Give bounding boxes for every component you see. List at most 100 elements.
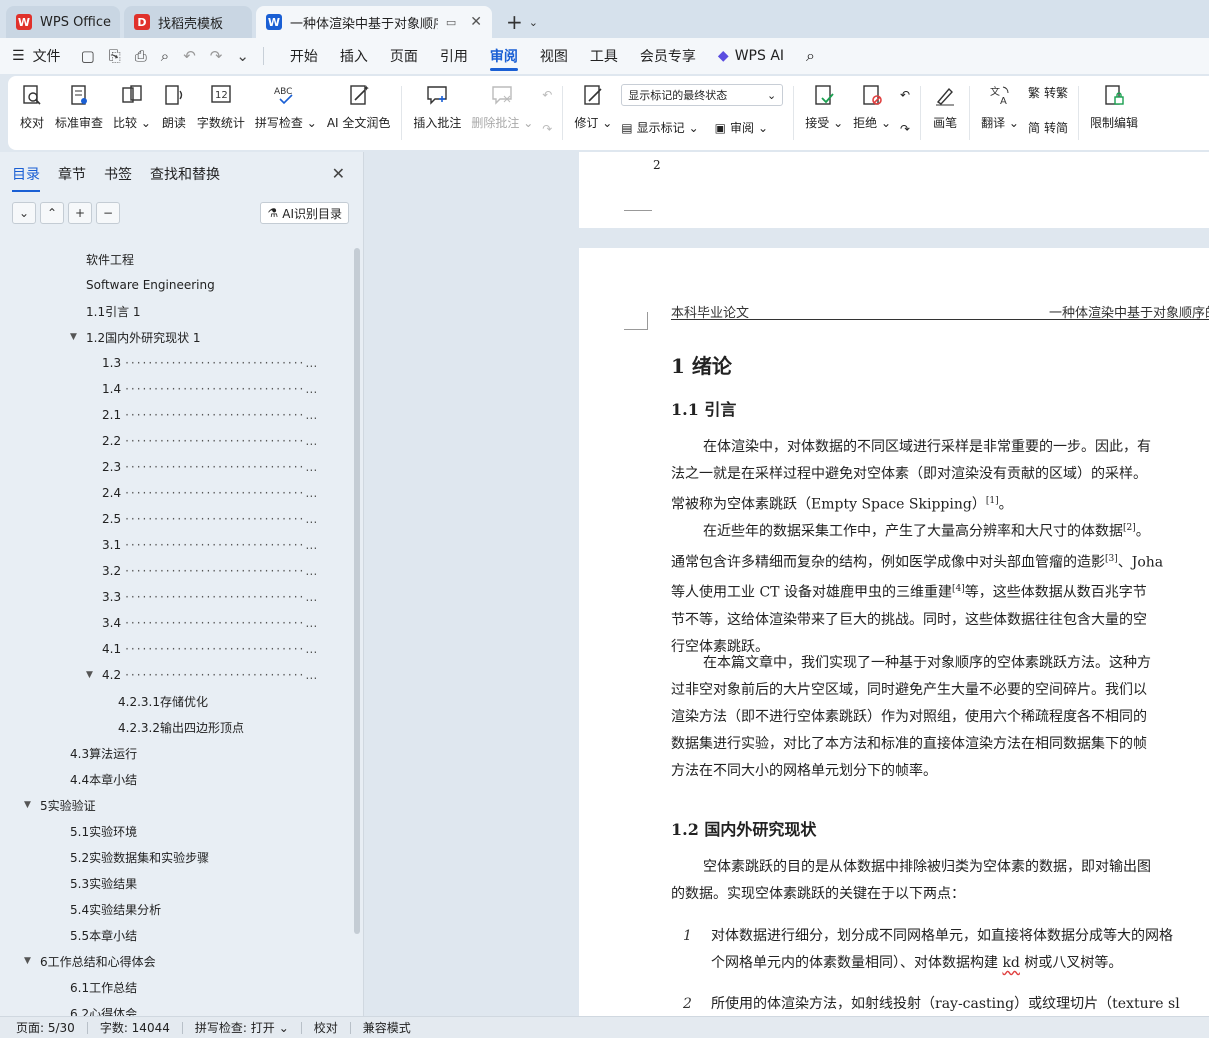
menu-page[interactable]: 页面 bbox=[390, 38, 418, 74]
tab-wps-office[interactable]: W WPS Office bbox=[6, 6, 120, 38]
menu-insert[interactable]: 插入 bbox=[340, 38, 368, 74]
read-aloud-button[interactable]: 朗读 bbox=[156, 82, 192, 150]
ai-toc-button[interactable]: ⚗ AI识别目录 bbox=[260, 202, 349, 224]
menu-references[interactable]: 引用 bbox=[440, 38, 468, 74]
menu-tools[interactable]: 工具 bbox=[590, 38, 618, 74]
accept-button[interactable]: 接受 ⌄ bbox=[800, 82, 848, 150]
print-preview-icon[interactable]: ⌕ bbox=[161, 47, 169, 65]
tab-sections[interactable]: 章节 bbox=[58, 164, 86, 184]
markup-select[interactable]: 显示标记的最终状态 ⌄ bbox=[621, 84, 784, 106]
tab-bookmarks[interactable]: 书签 bbox=[104, 164, 132, 184]
toc-item[interactable]: ▼ 5实验验证 bbox=[0, 792, 346, 818]
tab-docer[interactable]: D 找稻壳模板 bbox=[124, 6, 252, 38]
insert-comment-button[interactable]: 插入批注 bbox=[408, 82, 466, 150]
proofread-button[interactable]: 校对 bbox=[14, 82, 50, 150]
citation[interactable]: [1] bbox=[986, 496, 999, 506]
to-simplified-button[interactable]: 简转简 bbox=[1028, 119, 1068, 136]
export-icon[interactable]: ⎘ bbox=[109, 47, 121, 65]
file-menu[interactable]: ☰ 文件 bbox=[12, 46, 61, 66]
undo-icon[interactable]: ↶ bbox=[183, 47, 196, 65]
expand-arrow-icon[interactable]: ▼ bbox=[86, 670, 100, 680]
tab-document[interactable]: W 一种体渲染中基于对象顺序的 ▭ ✕ bbox=[256, 6, 492, 38]
toc-scrollbar[interactable] bbox=[354, 248, 360, 934]
toc-item[interactable]: 5.2实验数据集和实验步骤 bbox=[0, 844, 346, 870]
page-indicator[interactable]: 页面: 5/30 bbox=[16, 1019, 75, 1036]
toc-item[interactable]: 1.4 ·······························… bbox=[0, 376, 346, 402]
spell-check-button[interactable]: ABC 拼写检查 ⌄ bbox=[250, 82, 322, 150]
toc-item[interactable]: 3.1 ·······························… bbox=[0, 532, 346, 558]
pen-button[interactable]: 画笔 bbox=[927, 82, 963, 150]
track-changes-button[interactable]: 修订 ⌄ bbox=[569, 82, 617, 150]
new-tab-button[interactable]: + ⌄ bbox=[506, 6, 538, 38]
toc-item[interactable]: 3.4 ·······························… bbox=[0, 610, 346, 636]
toc-item[interactable]: 3.3 ·······························… bbox=[0, 584, 346, 610]
collapse-up-button[interactable]: ⌃ bbox=[40, 202, 64, 224]
toc-item[interactable]: 2.2 ·······························… bbox=[0, 428, 346, 454]
citation[interactable]: [3] bbox=[1105, 554, 1118, 564]
toc-item[interactable]: 2.4 ·······························… bbox=[0, 480, 346, 506]
close-icon[interactable]: ✕ bbox=[332, 164, 345, 183]
next-comment-icon[interactable]: ↷ bbox=[542, 122, 552, 136]
redo-icon[interactable]: ↷ bbox=[210, 47, 223, 65]
toc-item[interactable]: 2.5 ·······························… bbox=[0, 506, 346, 532]
translate-button[interactable]: 文A 翻译 ⌄ bbox=[976, 82, 1024, 150]
toc-item[interactable]: 2.3 ·······························… bbox=[0, 454, 346, 480]
ai-polish-button[interactable]: ✦ AI 全文润色 bbox=[322, 82, 396, 150]
toc-item[interactable]: 5.5本章小结 bbox=[0, 922, 346, 948]
toc-item[interactable]: Software Engineering bbox=[0, 272, 346, 298]
toc-item[interactable]: 4.2.3.2输出四边形顶点 bbox=[0, 714, 346, 740]
toc-item[interactable]: 2.1 ·······························… bbox=[0, 402, 346, 428]
toc-item[interactable]: 5.3实验结果 bbox=[0, 870, 346, 896]
toc-item[interactable]: 5.4实验结果分析 bbox=[0, 896, 346, 922]
expand-arrow-icon[interactable]: ▼ bbox=[24, 800, 38, 810]
word-count-button[interactable]: 12 字数统计 bbox=[192, 82, 250, 150]
compare-button[interactable]: 比较 ⌄ bbox=[108, 82, 156, 150]
toc-item[interactable]: 5.1实验环境 bbox=[0, 818, 346, 844]
tab-find-replace[interactable]: 查找和替换 bbox=[150, 164, 220, 184]
menu-wps-ai[interactable]: ◆ WPS AI bbox=[718, 38, 784, 74]
review-pane-button[interactable]: ▣ 审阅 ⌄ bbox=[715, 119, 768, 136]
menu-review[interactable]: 审阅 bbox=[489, 38, 518, 74]
toc-item[interactable]: 4.1 ·······························… bbox=[0, 636, 346, 662]
toc-item[interactable]: 软件工程 bbox=[0, 246, 346, 272]
toc-item[interactable]: 6.1工作总结 bbox=[0, 974, 346, 1000]
to-traditional-button[interactable]: 繁转繁 bbox=[1028, 84, 1068, 101]
toc-item[interactable]: 4.3算法运行 bbox=[0, 740, 346, 766]
delete-comment-button[interactable]: 删除批注 ⌄ bbox=[466, 82, 538, 150]
proofread-indicator[interactable]: 校对 bbox=[314, 1019, 338, 1036]
expand-down-button[interactable]: ⌄ bbox=[12, 202, 36, 224]
expand-arrow-icon[interactable]: ▼ bbox=[24, 956, 38, 966]
menu-member[interactable]: 会员专享 bbox=[640, 38, 696, 74]
expand-arrow-icon[interactable]: ▼ bbox=[70, 332, 84, 342]
show-markup-button[interactable]: ▤ 显示标记 ⌄ bbox=[621, 119, 698, 136]
menu-view[interactable]: 视图 bbox=[540, 38, 568, 74]
print-icon[interactable]: ⎙ bbox=[135, 47, 147, 65]
spell-check-indicator[interactable]: 拼写检查: 打开 ⌄ bbox=[195, 1019, 289, 1036]
menu-home[interactable]: 开始 bbox=[290, 38, 318, 74]
document-page[interactable]: 本科毕业论文 一种体渲染中基于对象顺序的空 1 绪论 1.1 引言 在体渲染中，… bbox=[579, 248, 1209, 1016]
toc-item[interactable]: ▼ 6工作总结和心得体会 bbox=[0, 948, 346, 974]
search-button[interactable]: ⌕ bbox=[806, 38, 815, 74]
add-heading-button[interactable]: + bbox=[68, 202, 92, 224]
monitor-icon[interactable]: ▭ bbox=[446, 16, 456, 29]
previous-change-icon[interactable]: ↶ bbox=[900, 88, 910, 102]
tab-toc[interactable]: 目录 bbox=[12, 164, 40, 192]
spelling-error[interactable]: kd bbox=[1002, 955, 1019, 971]
standard-review-button[interactable]: 标准审查 bbox=[50, 82, 108, 150]
toc-item[interactable]: ▼ 1.2国内外研究现状 1 bbox=[0, 324, 346, 350]
chevron-down-icon[interactable]: ⌄ bbox=[529, 16, 538, 29]
word-count-indicator[interactable]: 字数: 14044 bbox=[100, 1019, 170, 1036]
remove-heading-button[interactable]: − bbox=[96, 202, 120, 224]
citation[interactable]: [4] bbox=[952, 584, 965, 594]
reject-button[interactable]: 拒绝 ⌄ bbox=[848, 82, 896, 150]
previous-comment-icon[interactable]: ↶ bbox=[542, 88, 552, 102]
toc-item[interactable]: 1.3 ·······························… bbox=[0, 350, 346, 376]
toc-item[interactable]: 3.2 ·······························… bbox=[0, 558, 346, 584]
toc-item[interactable]: ▼ 4.2 ·······························… bbox=[0, 662, 346, 688]
more-icon[interactable]: ⌄ bbox=[236, 47, 249, 65]
close-tab-icon[interactable]: ✕ bbox=[470, 14, 482, 30]
citation[interactable]: [2] bbox=[1123, 523, 1136, 533]
restrict-editing-button[interactable]: 限制编辑 bbox=[1085, 82, 1143, 150]
toc-item[interactable]: 1.1引言 1 bbox=[0, 298, 346, 324]
toc-item[interactable]: 4.4本章小结 bbox=[0, 766, 346, 792]
